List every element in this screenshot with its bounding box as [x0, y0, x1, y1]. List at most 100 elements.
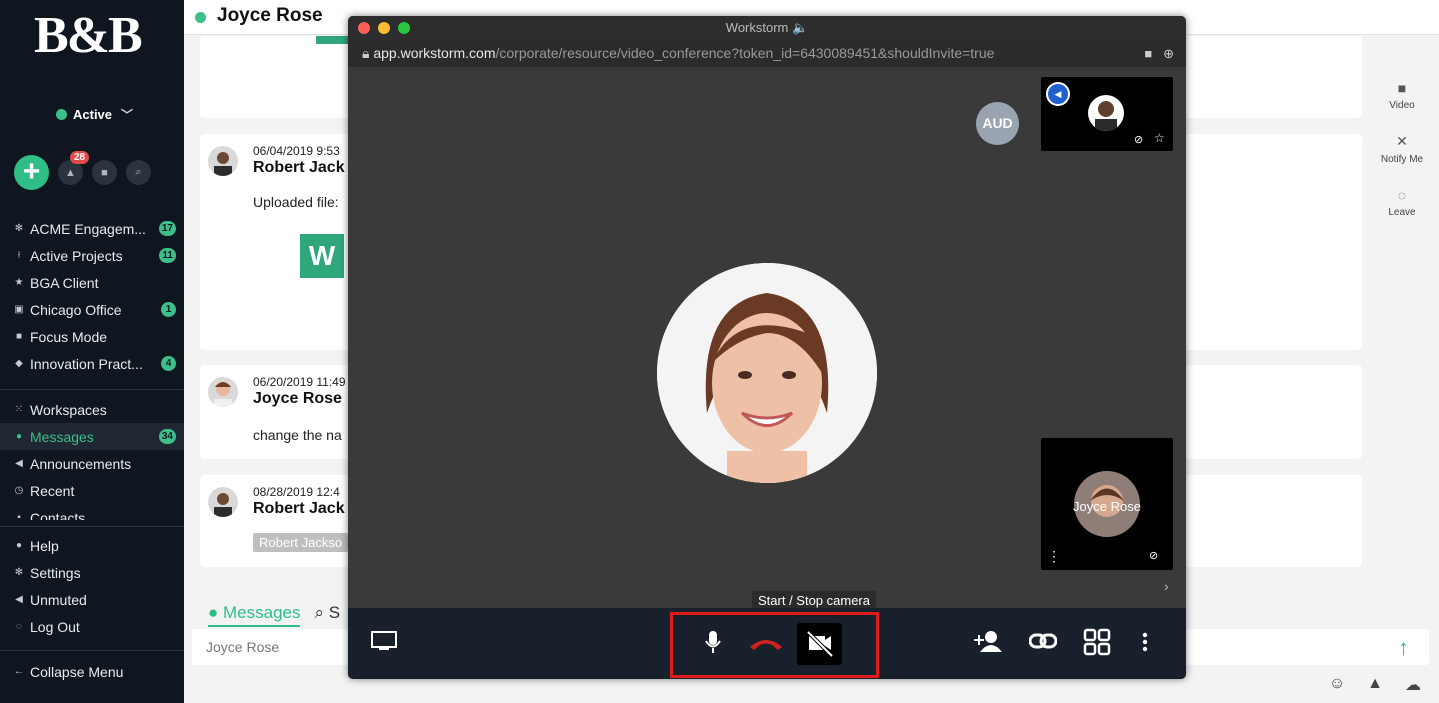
tab-messages[interactable]: ● Messages [208, 603, 301, 627]
video-camera-icon[interactable]: ■ [1144, 46, 1152, 61]
sidebar-item-log-out[interactable]: ◌ Log Out [0, 613, 184, 640]
sidebar-divider [0, 389, 184, 390]
warning-icon[interactable]: ▲ [1367, 675, 1383, 695]
camera-off-icon: ⊘ [1149, 550, 1159, 562]
unread-badge: 34 [158, 429, 176, 444]
graduation-icon: ◆ [15, 358, 23, 369]
star-icon[interactable]: ☆ [1154, 131, 1165, 145]
more-options-icon[interactable] [1142, 632, 1148, 658]
chevron-right-icon[interactable]: › [1164, 578, 1169, 594]
help-icon: ● [15, 540, 23, 551]
chat-tabs: ● Messages ⌕ S [208, 603, 340, 627]
local-video-thumbnail[interactable]: Joyce Rose ⋮ ⊘ [1041, 438, 1173, 570]
channel-list: ✻ ACME Engagem... 17 ⍿ Active Projects 11 ★ B… [0, 215, 184, 377]
logo: B&B [34, 7, 143, 64]
conversation-actions: ■ Video ✕ Notify Me ◌ Leave [1372, 80, 1432, 240]
chat-icon: ● [15, 431, 23, 442]
alerts-count-badge: 28 [70, 151, 90, 164]
sidebar-item-contacts[interactable]: ▪ Contacts [0, 504, 184, 521]
sidebar-item-messages[interactable]: ● Messages 34 [0, 423, 184, 450]
video-action[interactable]: ■ Video [1372, 80, 1432, 111]
video-call-button[interactable]: ■ [92, 160, 117, 185]
tab-search[interactable]: ⌕ S [314, 603, 340, 627]
window-controls [358, 22, 410, 34]
mention-chip[interactable]: Robert Jackso [253, 533, 349, 552]
maximize-window-button[interactable] [398, 22, 410, 34]
unread-badge: 17 [158, 221, 176, 236]
warning-icon: ▲ [65, 166, 76, 179]
avatar [208, 146, 238, 176]
audio-participant-avatar[interactable]: AUD [976, 102, 1019, 145]
more-options-icon[interactable]: ⋮ [1047, 548, 1061, 565]
link-icon[interactable] [1028, 632, 1058, 656]
avatar [208, 377, 238, 407]
composer-toolbar: ☺ ▲ ☁ [1329, 675, 1421, 695]
search-icon: ⌕ [314, 603, 329, 622]
participant-name: Joyce Rose [1073, 499, 1141, 514]
sidebar-item-unmuted[interactable]: ◀ Unmuted [0, 586, 184, 613]
status-selector[interactable]: Active ﹀ [56, 106, 133, 123]
cloud-upload-icon[interactable]: ☁ [1405, 675, 1421, 695]
add-button[interactable]: + [14, 155, 49, 190]
message-timestamp: 06/20/2019 11:49 [253, 375, 346, 389]
clock-icon: ◷ [14, 485, 24, 496]
search-button[interactable]: ⌕ [126, 160, 151, 185]
url-host: app.workstorm.com [373, 45, 496, 61]
video-conference-window: Workstorm 🔈 🔒︎ app.workstorm.com/corpora… [348, 16, 1186, 679]
main-nav: ⁙ Workspaces ● Messages 34 ◀ Announcements ◷… [0, 396, 184, 520]
participant-thumbnail[interactable]: ◀ ⊘ ☆ [1041, 77, 1173, 151]
message-text: Uploaded file: [253, 194, 339, 210]
speaker-portrait [657, 263, 877, 483]
window-titlebar[interactable]: Workstorm 🔈 [348, 16, 1186, 40]
send-arrow-icon[interactable]: ↑ [1398, 635, 1409, 661]
unread-badge: 1 [161, 302, 176, 317]
sidebar-item-help[interactable]: ● Help [0, 532, 184, 559]
url-bar[interactable]: 🔒︎ app.workstorm.com/corporate/resource/… [348, 40, 1186, 67]
message-input-placeholder: Joyce Rose [206, 639, 280, 655]
sidebar-item-acme[interactable]: ✻ ACME Engagem... 17 [0, 215, 184, 242]
sidebar-item-bga-client[interactable]: ★ BGA Client [0, 269, 184, 296]
zoom-icon[interactable]: ⊕ [1163, 46, 1174, 61]
window-title: Workstorm 🔈 [725, 20, 809, 35]
search-icon: ⌕ [135, 166, 142, 178]
leave-icon: ◌ [1397, 187, 1407, 203]
sidebar-item-active-projects[interactable]: ⍿ Active Projects 11 [0, 242, 184, 269]
alerts-button[interactable]: ▲ 28 [58, 151, 90, 185]
message-timestamp: 06/04/2019 9:53 [253, 144, 340, 158]
close-window-button[interactable] [358, 22, 370, 34]
gear-icon: ✻ [14, 567, 24, 578]
megaphone-icon: ◀ [15, 458, 23, 469]
notify-me-action[interactable]: ✕ Notify Me [1372, 133, 1432, 165]
sidebar-item-workspaces[interactable]: ⁙ Workspaces [0, 396, 184, 423]
sidebar-item-innovation[interactable]: ◆ Innovation Pract... 4 [0, 350, 184, 377]
highlight-box [670, 612, 879, 678]
star-icon: ★ [14, 277, 24, 288]
add-participant-icon[interactable] [974, 630, 1002, 658]
minimize-window-button[interactable] [378, 22, 390, 34]
collapse-nav: ← Collapse Menu [0, 658, 184, 685]
arrow-left-icon: ← [14, 666, 24, 677]
unread-badge: 11 [159, 248, 176, 263]
sidebar-divider [0, 650, 184, 651]
presence-dot [195, 12, 206, 23]
sidebar-item-announcements[interactable]: ◀ Announcements [0, 450, 184, 477]
message-text: change the na [253, 427, 342, 443]
leave-action[interactable]: ◌ Leave [1372, 187, 1432, 218]
url-bar-icons: ■ ⊕ [1144, 40, 1174, 67]
sidebar-item-focus-mode[interactable]: ■ Focus Mode [0, 323, 184, 350]
gear-icon: ✻ [14, 223, 24, 234]
sidebar-item-settings[interactable]: ✻ Settings [0, 559, 184, 586]
video-camera-icon: ■ [101, 166, 108, 179]
status-dot [56, 109, 67, 120]
grid-view-icon[interactable] [1083, 628, 1111, 662]
collapse-menu-button[interactable]: ← Collapse Menu [0, 658, 184, 685]
video-camera-icon: ■ [1397, 80, 1407, 96]
word-file-icon[interactable]: W [300, 234, 344, 278]
sidebar-item-chicago-office[interactable]: ▣ Chicago Office 1 [0, 296, 184, 323]
camera-off-icon: ⊘ [1134, 134, 1144, 146]
screen-share-icon[interactable] [371, 630, 397, 658]
lock-icon: 🔒︎ [362, 45, 374, 61]
message-timestamp: 08/28/2019 12:4 [253, 485, 340, 499]
emoji-icon[interactable]: ☺ [1329, 675, 1345, 695]
sidebar-item-recent[interactable]: ◷ Recent [0, 477, 184, 504]
